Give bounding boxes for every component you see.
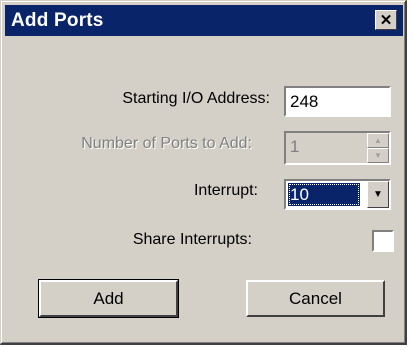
interrupt-dropdown-button[interactable]: ▼ xyxy=(367,181,389,208)
spinner-buttons: ▲ ▼ xyxy=(367,133,389,163)
share-interrupts-label: Share Interrupts: xyxy=(132,231,252,248)
close-button[interactable]: ✕ xyxy=(375,10,397,30)
add-ports-dialog: Add Ports ✕ Starting I/O Address: 248 Nu… xyxy=(0,0,407,345)
chevron-down-icon: ▼ xyxy=(374,151,382,160)
number-of-ports-spinner: 1 ▲ ▼ xyxy=(284,131,391,165)
number-of-ports-value: 1 xyxy=(290,137,300,156)
dialog-title: Add Ports xyxy=(11,10,104,31)
starting-address-input[interactable]: 248 xyxy=(284,86,391,117)
chevron-up-icon: ▲ xyxy=(374,136,382,145)
add-button[interactable]: Add xyxy=(38,279,179,318)
spin-up-button: ▲ xyxy=(367,133,389,148)
share-interrupts-checkbox[interactable] xyxy=(372,230,394,252)
interrupt-select[interactable]: 10 ▼ xyxy=(284,179,391,210)
title-bar[interactable]: Add Ports ✕ xyxy=(5,5,403,36)
number-of-ports-label: Number of Ports to Add: xyxy=(81,135,252,152)
add-button-label: Add xyxy=(93,288,124,308)
cancel-button[interactable]: Cancel xyxy=(246,280,385,317)
chevron-down-icon: ▼ xyxy=(373,189,383,200)
interrupt-label: Interrupt: xyxy=(193,182,258,199)
starting-address-label: Starting I/O Address: xyxy=(122,90,270,107)
cancel-button-label: Cancel xyxy=(289,288,342,308)
interrupt-selected-value: 10 xyxy=(288,183,360,206)
spin-down-button: ▼ xyxy=(367,148,389,163)
close-icon: ✕ xyxy=(379,11,393,29)
